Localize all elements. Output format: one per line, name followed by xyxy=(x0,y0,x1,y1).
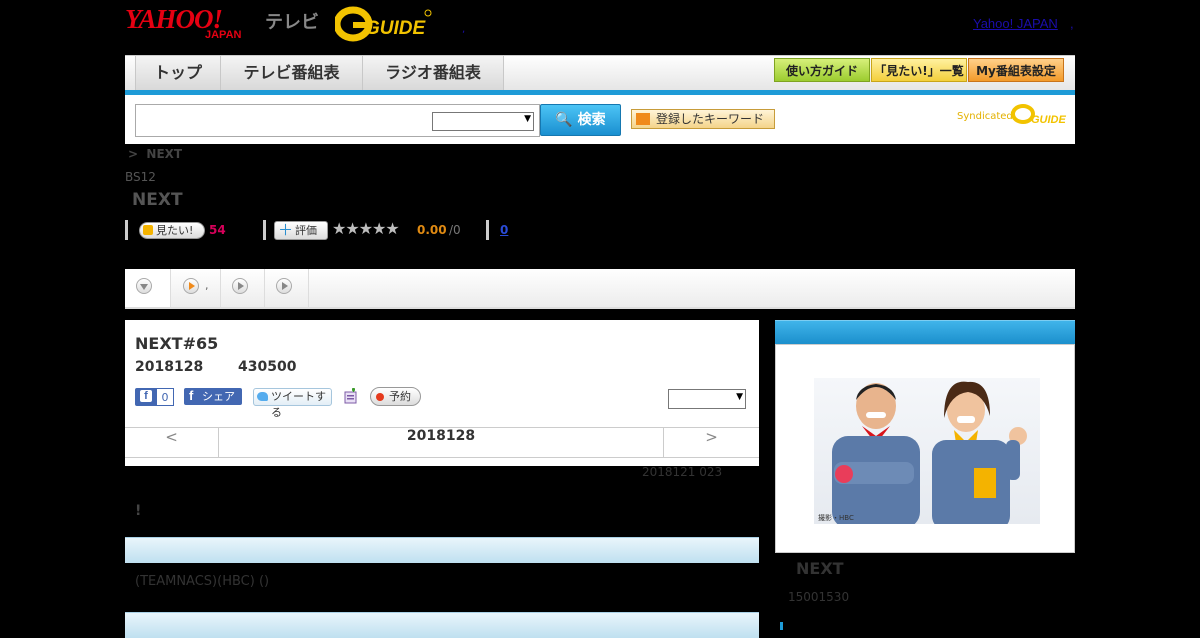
program-tabstrip: , xyxy=(125,269,1075,309)
svg-text:GUIDE: GUIDE xyxy=(1031,114,1067,126)
program-photo: 撮影・HBC xyxy=(796,354,1056,549)
program-title: NEXT xyxy=(132,190,183,210)
review-count-link[interactable]: 0 xyxy=(500,223,508,237)
facebook-like-button[interactable]: f 0 xyxy=(135,388,174,406)
search-icon: 🔍 xyxy=(555,112,573,128)
registered-keywords-button[interactable]: 登録したキーワード xyxy=(631,109,775,129)
mitai-button[interactable]: 見たい! xyxy=(139,222,205,239)
updated-timestamp: 2018121 023 xyxy=(642,465,723,479)
add-to-list-icon[interactable] xyxy=(344,388,358,404)
facebook-icon: f xyxy=(189,388,194,403)
next-episode-button[interactable]: > xyxy=(663,428,759,457)
chevron-down-icon: ▼ xyxy=(524,114,531,124)
episode-time: 430500 xyxy=(238,359,297,375)
episode-summary: ! xyxy=(135,503,142,519)
section-header-cast xyxy=(125,537,759,563)
global-nav: トップ テレビ番組表 ラジオ番組表 使い方ガイド 「見たい!」一覧 My番組表設… xyxy=(125,55,1075,93)
gguide-logo[interactable]: GUIDE xyxy=(335,6,435,42)
facebook-like-count: 0 xyxy=(156,388,174,406)
tweet-label: ツイートする xyxy=(271,390,326,419)
rating-value: 0.00 xyxy=(417,223,447,237)
japan-logo-text: JAPAN xyxy=(205,29,242,41)
record-reservation-button[interactable]: 予約 xyxy=(370,387,421,406)
page: YAHOO! JAPAN テレビ GUIDE , Yahoo! JAPAN , … xyxy=(125,0,1075,638)
side-panel: 撮影・HBC xyxy=(775,344,1075,553)
hosts-illustration xyxy=(832,381,1027,524)
side-accent xyxy=(780,622,783,630)
tab-third[interactable] xyxy=(221,269,265,307)
divider xyxy=(486,220,489,240)
episode-date: 2018128 xyxy=(135,359,204,375)
rating-total: /0 xyxy=(449,223,461,237)
tab-episodes-label: , xyxy=(205,279,209,292)
current-episode-date: 2018128 xyxy=(406,428,476,444)
episode-select[interactable]: ▼ xyxy=(668,389,746,409)
tv-label: テレビ xyxy=(265,12,319,33)
tab-fourth[interactable] xyxy=(265,269,309,307)
plus-icon xyxy=(143,225,153,235)
hosts-photo: 撮影・HBC xyxy=(814,378,1040,524)
divider xyxy=(263,220,266,240)
breadcrumb-current: NEXT xyxy=(146,147,183,161)
tab-radio-listings[interactable]: ラジオ番組表 xyxy=(362,56,504,90)
header-comma: , xyxy=(1070,16,1074,31)
photo-credit: 撮影・HBC xyxy=(818,514,854,522)
chevron-down-icon xyxy=(136,278,152,294)
arrow-down-icon xyxy=(636,113,650,125)
facebook-share-label: シェア xyxy=(202,390,235,403)
episode-panel: NEXT#65 2018128 430500 f 0 f シェア ツイートする 予… xyxy=(125,320,759,466)
breadcrumb-arrow: > xyxy=(128,147,139,161)
mitai-count: 54 xyxy=(209,223,226,237)
usage-guide-button[interactable]: 使い方ガイド xyxy=(774,58,870,82)
play-icon xyxy=(183,278,199,294)
search-button[interactable]: 🔍 検索 xyxy=(540,104,621,136)
search-genre-select[interactable]: ▼ xyxy=(432,112,534,131)
yahoo-japan-link[interactable]: Yahoo! JAPAN xyxy=(973,16,1058,31)
tab-tv-listings[interactable]: テレビ番組表 xyxy=(220,56,362,90)
channel-name[interactable]: BS12 xyxy=(125,170,156,184)
play-icon xyxy=(232,278,248,294)
tab-top[interactable]: トップ xyxy=(135,56,220,90)
side-program-title: NEXT xyxy=(796,559,844,578)
rate-button[interactable]: ＋評価 xyxy=(274,221,328,240)
cast-text: (TEAMNACS)(HBC) () xyxy=(135,574,270,589)
chevron-down-icon: ▼ xyxy=(736,392,743,402)
facebook-icon: f xyxy=(140,390,152,402)
registered-keywords-label: 登録したキーワード xyxy=(656,112,765,126)
section-header-next xyxy=(125,612,759,638)
search-button-label: 検索 xyxy=(577,112,606,128)
episode-pager: < 2018128 > xyxy=(125,427,759,458)
mitai-label: 見たい! xyxy=(156,224,194,237)
twitter-bird-icon xyxy=(257,392,268,401)
record-dot-icon xyxy=(376,393,384,401)
svg-text:GUIDE: GUIDE xyxy=(365,18,427,39)
episode-title: NEXT#65 xyxy=(135,334,219,353)
tab-details[interactable] xyxy=(125,269,171,307)
rating-stars: ★★★★★ xyxy=(332,219,400,238)
mitai-list-button[interactable]: 「見たい!」一覧 xyxy=(871,58,967,82)
search-area: ▼ 🔍 検索 登録したキーワード Syndicated GUIDE xyxy=(125,95,1075,144)
side-panel-header xyxy=(775,320,1075,344)
tweet-button[interactable]: ツイートする xyxy=(253,388,332,419)
tab-episodes[interactable]: , xyxy=(171,269,221,307)
yahoo-japan-logo[interactable]: YAHOO! JAPAN xyxy=(125,4,263,44)
facebook-share-button[interactable]: f シェア xyxy=(184,388,242,405)
divider xyxy=(125,220,128,240)
prev-episode-button[interactable]: < xyxy=(125,428,219,457)
gguide-small-logo: GUIDE xyxy=(1011,104,1067,126)
my-listings-settings-button[interactable]: My番組表設定 xyxy=(968,58,1064,82)
plus-icon: ＋ xyxy=(278,221,294,239)
play-icon xyxy=(276,278,292,294)
rate-label: 評価 xyxy=(295,224,317,237)
breadcrumb: > NEXT xyxy=(128,147,182,161)
record-reservation-label: 予約 xyxy=(389,390,411,403)
side-program-time: 15001530 xyxy=(788,590,850,604)
header-dot: , xyxy=(462,24,466,35)
syndicated-label: Syndicated xyxy=(957,111,1013,122)
